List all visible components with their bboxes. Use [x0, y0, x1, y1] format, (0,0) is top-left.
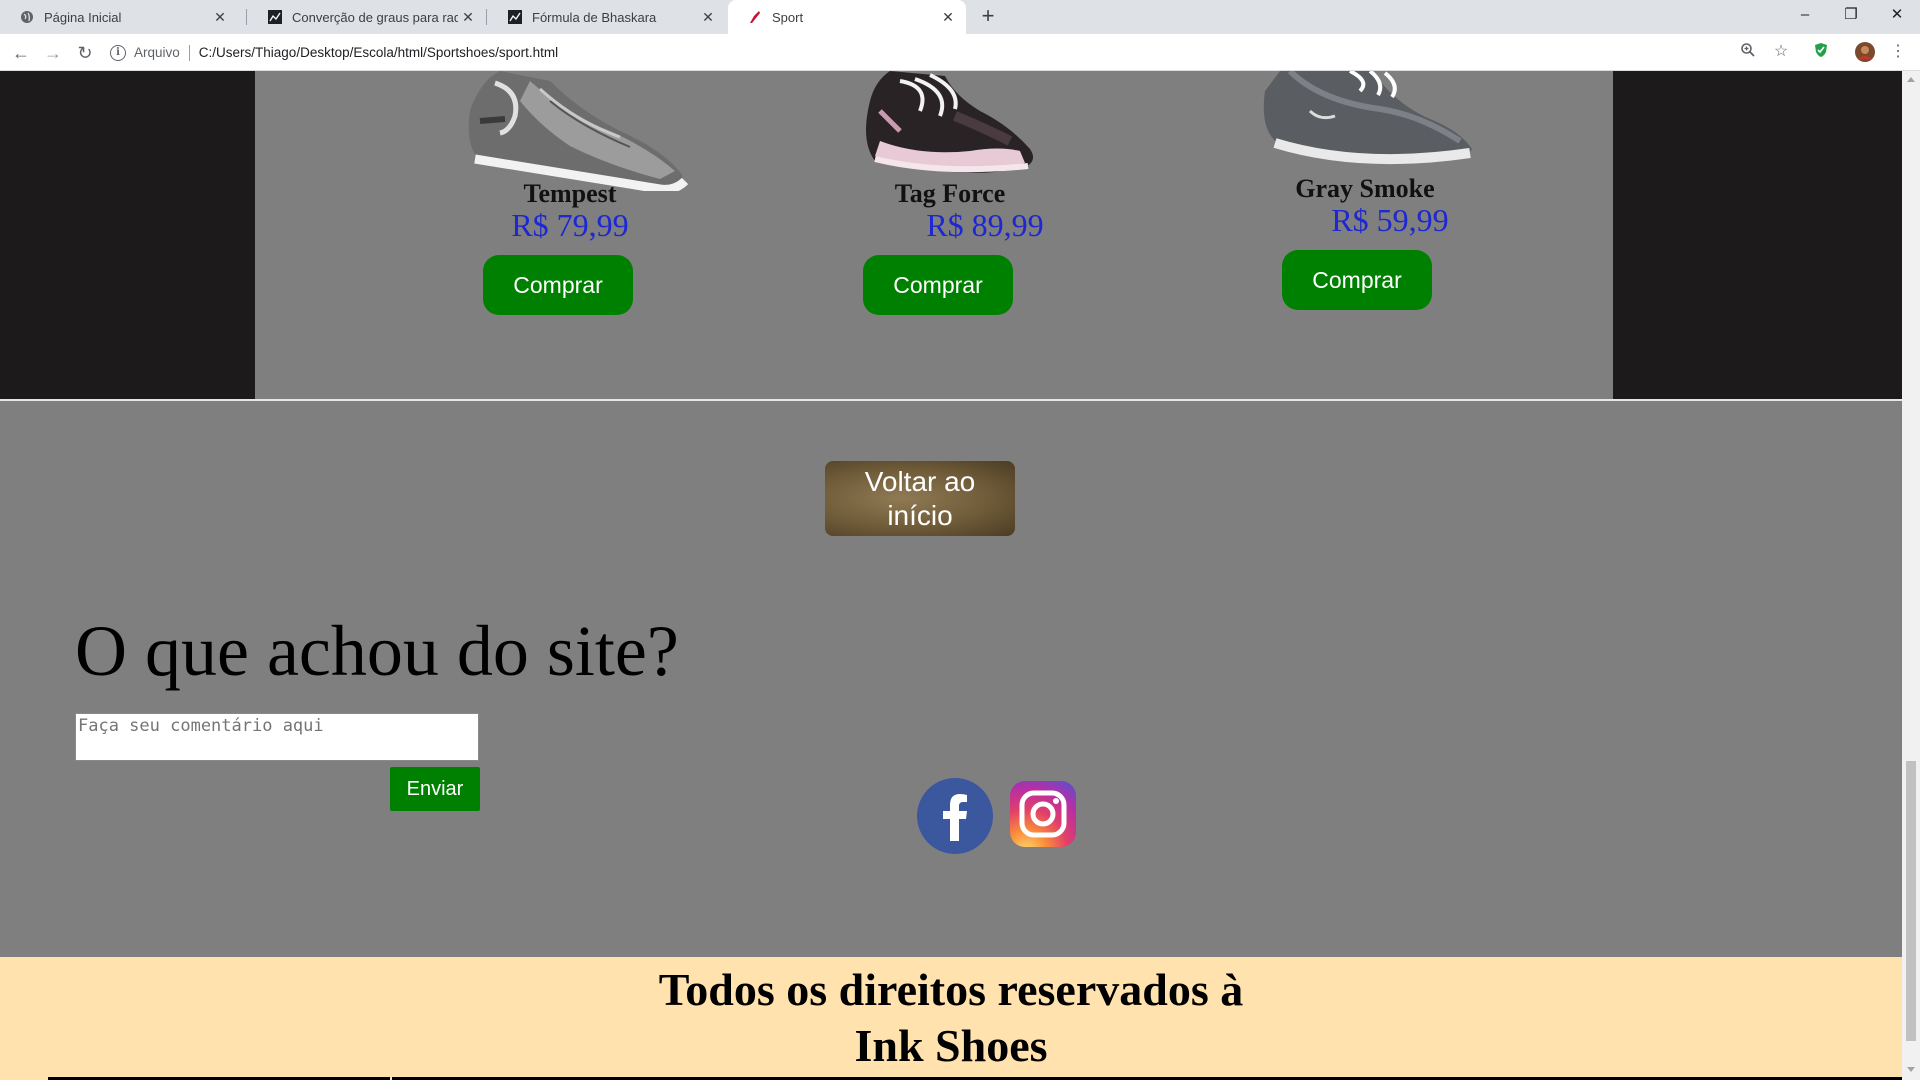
- buy-button-gray-smoke[interactable]: Comprar: [1282, 250, 1432, 310]
- menu-dots-icon[interactable]: ⋮: [1888, 42, 1908, 62]
- globe-icon: [20, 10, 34, 24]
- tab-label: Sport: [772, 9, 804, 25]
- facebook-icon[interactable]: [916, 777, 994, 855]
- back-to-top-label: Voltar ao início: [864, 465, 976, 531]
- comment-textarea[interactable]: [75, 713, 479, 761]
- send-button[interactable]: Enviar: [390, 767, 480, 811]
- page-scrollbar[interactable]: [1902, 71, 1920, 1080]
- tab-sport[interactable]: Sport ✕: [728, 0, 966, 34]
- browser-toolbar: ← → ↻ i Arquivo C:/Users/Thiago/Desktop/…: [0, 34, 1920, 71]
- tab-divider: [246, 9, 247, 25]
- close-tab-icon[interactable]: ✕: [458, 9, 478, 26]
- chart-favicon-icon: [508, 10, 522, 24]
- product-name: Tempest: [523, 179, 617, 208]
- url-text[interactable]: C:/Users/Thiago/Desktop/Escola/html/Spor…: [199, 45, 558, 60]
- close-tab-icon[interactable]: ✕: [210, 9, 230, 26]
- omnibox-divider: [188, 44, 190, 61]
- product-name: Gray Smoke: [1295, 174, 1435, 203]
- scheme-label: Arquivo: [134, 45, 180, 60]
- reload-icon[interactable]: ↻: [72, 40, 98, 66]
- tab-conversao[interactable]: Converção de graus para radiano ✕: [248, 0, 486, 34]
- feedback-heading: O que achou do site?: [75, 611, 679, 691]
- scroll-down-icon[interactable]: [1907, 1067, 1915, 1072]
- tag-force-shoe-image: [866, 71, 1034, 173]
- tab-divider: [486, 9, 487, 25]
- product-price: R$ 79,99: [511, 207, 629, 243]
- footer: Todos os direitos reservados à Ink Shoes: [0, 957, 1902, 1080]
- buy-button-tag-force[interactable]: Comprar: [863, 255, 1013, 315]
- gray-smoke-shoe-image: [1263, 71, 1472, 165]
- browser-tab-strip: Página Inicial ✕ Converção de graus para…: [0, 0, 1920, 34]
- scroll-up-icon[interactable]: [1907, 77, 1915, 82]
- products-panel: Tempest R$ 79,99 Comprar Tag Force R$ 89…: [255, 71, 1613, 399]
- tab-label: Página Inicial: [44, 9, 122, 25]
- close-tab-icon[interactable]: ✕: [938, 9, 958, 26]
- forward-arrow-icon[interactable]: →: [40, 40, 66, 66]
- tempest-shoe-image: [468, 71, 689, 191]
- tab-bhaskara[interactable]: Fórmula de Bhaskara ✕: [488, 0, 726, 34]
- footer-line-2: Ink Shoes: [854, 1020, 1048, 1071]
- address-bar[interactable]: i Arquivo C:/Users/Thiago/Desktop/Escola…: [110, 38, 1800, 67]
- tab-pagina-inicial[interactable]: Página Inicial ✕: [0, 0, 238, 34]
- minimize-button[interactable]: –: [1782, 0, 1828, 34]
- bookmark-star-icon[interactable]: ☆: [1771, 42, 1791, 62]
- buy-button-tempest[interactable]: Comprar: [483, 255, 633, 315]
- back-to-top-button[interactable]: Voltar ao início: [825, 461, 1015, 536]
- product-price: R$ 59,99: [1331, 202, 1449, 238]
- extension-shield-icon[interactable]: [1811, 42, 1831, 62]
- instagram-icon[interactable]: [1010, 781, 1076, 847]
- profile-avatar-icon[interactable]: [1855, 42, 1875, 62]
- product-price: R$ 89,99: [926, 207, 1044, 243]
- tab-label: Converção de graus para radiano: [292, 9, 458, 25]
- chart-favicon-icon: [268, 10, 282, 24]
- page-viewport: Tempest R$ 79,99 Comprar Tag Force R$ 89…: [0, 71, 1902, 1080]
- close-tab-icon[interactable]: ✕: [698, 9, 718, 26]
- product-name: Tag Force: [894, 179, 1006, 208]
- footer-line-1: Todos os direitos reservados à: [658, 964, 1244, 1015]
- new-tab-button[interactable]: +: [975, 4, 1001, 30]
- shoe-favicon-icon: [748, 10, 762, 24]
- zoom-icon[interactable]: [1738, 42, 1758, 62]
- close-window-button[interactable]: ✕: [1874, 0, 1920, 34]
- products-section: Tempest R$ 79,99 Comprar Tag Force R$ 89…: [0, 71, 1902, 401]
- info-icon[interactable]: i: [110, 44, 126, 61]
- scroll-thumb[interactable]: [1906, 761, 1916, 1041]
- back-arrow-icon[interactable]: ←: [8, 40, 34, 66]
- tab-label: Fórmula de Bhaskara: [532, 9, 657, 25]
- restore-button[interactable]: ❐: [1828, 0, 1874, 34]
